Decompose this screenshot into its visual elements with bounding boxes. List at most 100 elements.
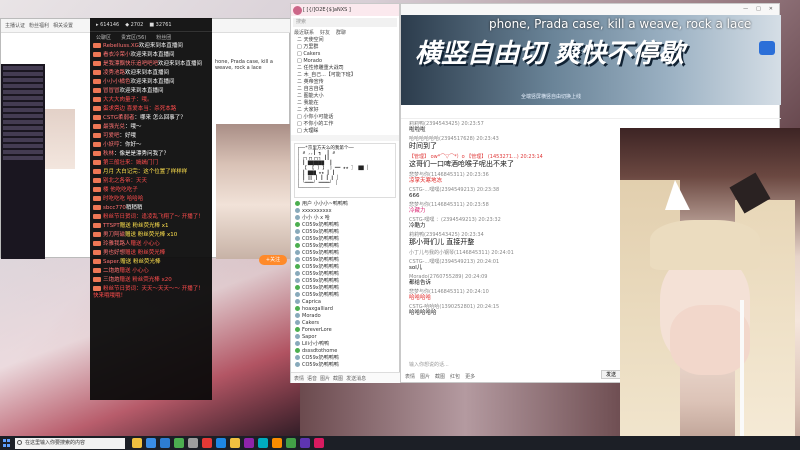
chat-username[interactable]: 男刀阿磁 bbox=[103, 232, 125, 238]
member-item[interactable]: CO59x奶鸭鸭鸭 bbox=[291, 249, 399, 256]
chat-username[interactable]: Rebelluss.XG bbox=[103, 43, 139, 49]
image-button[interactable]: 图片 bbox=[320, 375, 330, 382]
member-item[interactable]: 小小 小 x 哈 bbox=[291, 214, 399, 221]
chat-username[interactable]: 三炮炮 bbox=[103, 277, 120, 283]
contact-group[interactable]: ニ 木_自己...【可能下班】 bbox=[291, 72, 399, 79]
member-item[interactable]: hoaxgalliard bbox=[291, 305, 399, 312]
chat-username[interactable]: 可爱吧 bbox=[103, 133, 120, 139]
chat-username[interactable]: CSTG柔弱者 bbox=[103, 115, 134, 121]
contact-group[interactable]: ニ 英帝宣传 bbox=[291, 79, 399, 86]
chat-username[interactable]: 男也好想 bbox=[103, 250, 125, 256]
member-item[interactable]: Morado bbox=[291, 312, 399, 319]
app-icon[interactable] bbox=[286, 438, 296, 448]
app-icon[interactable] bbox=[244, 438, 254, 448]
chat-username[interactable]: 小小小橘色 bbox=[103, 79, 131, 85]
member-item[interactable]: Lili小小鸭鸭 bbox=[291, 340, 399, 347]
title-item[interactable]: 主播认证 bbox=[5, 22, 25, 29]
title-item[interactable]: 粉丝福利 bbox=[29, 22, 49, 29]
member-item[interactable]: Caprica bbox=[291, 298, 399, 305]
mini-stream-video[interactable] bbox=[45, 109, 75, 169]
send-button[interactable]: 发送 bbox=[601, 370, 621, 379]
contact-group[interactable]: ニ 我能在 bbox=[291, 100, 399, 107]
chat-username[interactable]: TTSPT bbox=[103, 223, 120, 229]
tab-vip[interactable]: 贵宾区(56) bbox=[121, 34, 146, 41]
search-input[interactable]: 搜索 bbox=[293, 18, 397, 27]
emoji-button[interactable]: 表情 bbox=[405, 373, 415, 380]
close-button[interactable]: ✕ bbox=[769, 4, 773, 15]
mail-icon[interactable] bbox=[160, 438, 170, 448]
tab-friends[interactable]: 好友 bbox=[320, 29, 330, 37]
message-input[interactable]: 输入你想说的话... bbox=[401, 360, 621, 370]
member-item[interactable]: CO59x奶鸭鸭鸭 bbox=[291, 228, 399, 235]
stream-video[interactable] bbox=[216, 124, 291, 259]
more-button[interactable]: 更多 bbox=[465, 373, 475, 380]
image-button[interactable]: 图片 bbox=[420, 373, 430, 380]
member-item[interactable]: 用户 小小小~鸭鸭鸭 bbox=[291, 200, 399, 207]
chat-username[interactable]: 看衣冷荣小 bbox=[103, 52, 131, 58]
tab-recent[interactable]: 最近联系 bbox=[294, 29, 314, 37]
member-item[interactable]: CO59x奶鸭鸭鸭 bbox=[291, 256, 399, 263]
chat-username[interactable]: 冒冒冒 bbox=[103, 88, 120, 94]
member-item[interactable]: CO59x奶鸭鸭鸭 bbox=[291, 361, 399, 368]
tab-groups[interactable]: 群聊 bbox=[336, 29, 346, 37]
chat-username[interactable]: 小妖哼 bbox=[103, 142, 120, 148]
file-explorer-icon[interactable] bbox=[132, 438, 142, 448]
contact-group[interactable]: □ Cakers bbox=[291, 51, 399, 58]
app-icon[interactable] bbox=[300, 438, 310, 448]
contact-group[interactable]: ニ 图能大小 bbox=[291, 93, 399, 100]
chat-username[interactable]: sbcc770 bbox=[103, 205, 126, 211]
contact-group[interactable]: ニ 天使空间 bbox=[291, 37, 399, 44]
maximize-button[interactable]: □ bbox=[756, 4, 761, 15]
member-item[interactable]: CO59x奶鸭鸭鸭 bbox=[291, 270, 399, 277]
contact-group[interactable]: ニ 大家好 bbox=[291, 107, 399, 114]
app-icon[interactable] bbox=[314, 438, 324, 448]
folder-icon[interactable] bbox=[230, 438, 240, 448]
chat-icon[interactable] bbox=[174, 438, 184, 448]
screenshot-button[interactable]: 截图 bbox=[333, 375, 343, 382]
tab-public-chat[interactable]: 公聊区 bbox=[96, 34, 111, 41]
message-sender-meta[interactable]: 小丁儿与我的小钢琴(1146845311) 20:24:01 bbox=[409, 250, 613, 256]
member-item[interactable]: Sapor bbox=[291, 333, 399, 340]
contact-group[interactable]: ニ 自言自语 bbox=[291, 86, 399, 93]
member-item[interactable]: CO59x奶鸭鸭鸭 bbox=[291, 263, 399, 270]
contact-group[interactable]: □ 大理睬 bbox=[291, 128, 399, 135]
member-item[interactable]: CO59x奶鸭鸭鸭 bbox=[291, 242, 399, 249]
taskbar-search-input[interactable]: 在这里输入你要搜索的内容 bbox=[15, 437, 125, 449]
settings-icon[interactable] bbox=[188, 438, 198, 448]
chat-username[interactable]: 凌秀池路 bbox=[103, 70, 125, 76]
voice-button[interactable]: 语音 bbox=[307, 375, 317, 382]
avatar[interactable] bbox=[293, 6, 302, 15]
chat-message-list[interactable]: 莉莉鸭(2394543425) 20:23:57 啦啦啦 哈哈哈哈哈哈(239451… bbox=[401, 121, 621, 359]
member-item[interactable]: CO59x奶鸭鸭鸭 bbox=[291, 284, 399, 291]
emoji-button[interactable]: 表情 bbox=[294, 375, 304, 382]
contact-group[interactable]: □ Morado bbox=[291, 58, 399, 65]
member-item[interactable]: CO59x奶鸭鸭鸭 bbox=[291, 277, 399, 284]
member-item[interactable]: CO59x奶鸭鸭鸭 bbox=[291, 291, 399, 298]
contact-group[interactable]: □ 万里群 bbox=[291, 44, 399, 51]
media-icon[interactable] bbox=[202, 438, 212, 448]
chat-username[interactable]: Saper. bbox=[103, 259, 120, 265]
chat-username[interactable]: 秋林 bbox=[103, 151, 114, 157]
chat-username[interactable]: 二炮炮 bbox=[103, 268, 120, 274]
screenshot-button[interactable]: 截图 bbox=[435, 373, 445, 380]
app-icon[interactable] bbox=[258, 438, 268, 448]
contact-group[interactable]: □ 不你小的工作 bbox=[291, 121, 399, 128]
member-item[interactable]: dsssdtothome bbox=[291, 347, 399, 354]
red-packet-button[interactable]: 红包 bbox=[450, 373, 460, 380]
title-item[interactable]: 相关设置 bbox=[53, 22, 73, 29]
send-message-button[interactable]: 发送消息 bbox=[346, 375, 366, 382]
chat-message-list[interactable]: Rebelluss.XG欢迎来到本直播间 看衣冷荣小欢迎来到本直播间 是我漂飘快乐追… bbox=[90, 42, 212, 301]
app-icon[interactable] bbox=[272, 438, 282, 448]
contact-group[interactable]: ニ 任性修雕重大战司 bbox=[291, 65, 399, 72]
chat-username[interactable]: 是我漂飘快乐追吧吧吧 bbox=[103, 61, 158, 67]
member-item[interactable]: CO59x奶鸭鸭鸭 bbox=[291, 221, 399, 228]
browser-icon[interactable] bbox=[146, 438, 156, 448]
member-item[interactable]: CO59x奶鸭鸭鸭 bbox=[291, 235, 399, 242]
member-item[interactable]: CO59x奶鸭鸭鸭 bbox=[291, 354, 399, 361]
windows-start-icon[interactable] bbox=[2, 438, 12, 448]
minimize-button[interactable]: — bbox=[743, 4, 748, 15]
qq-icon[interactable] bbox=[216, 438, 226, 448]
follow-button[interactable]: +关注 bbox=[259, 255, 287, 265]
ad-banner[interactable]: phone, Prada case, kill a weave, rock a … bbox=[401, 15, 781, 105]
chat-username[interactable]: 玲雅我路人 bbox=[103, 241, 131, 247]
